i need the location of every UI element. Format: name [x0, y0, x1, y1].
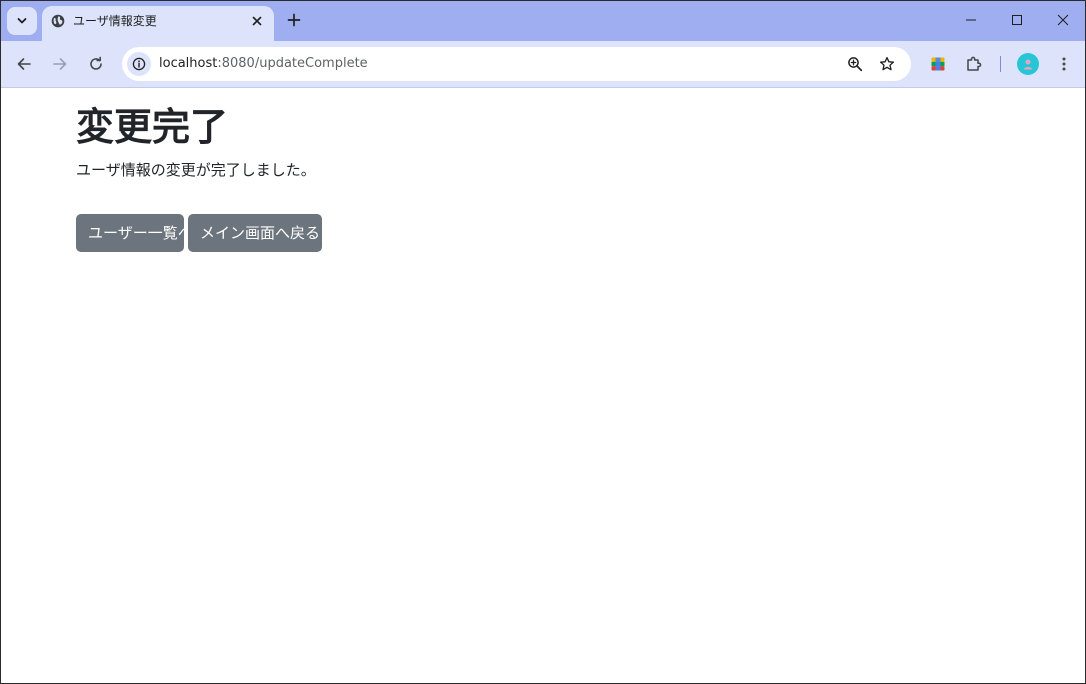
zoom-in-icon — [848, 57, 863, 72]
globe-icon — [51, 14, 65, 28]
url-path: :8080/updateComplete — [217, 56, 368, 71]
user-list-button[interactable]: ユーザー一覧へ — [76, 214, 193, 252]
chevron-down-icon — [17, 18, 27, 24]
app-extension-icon — [931, 57, 945, 71]
zoom-button[interactable] — [843, 52, 867, 76]
page-content: 変更完了 ユーザ情報の変更が完了しました。 ユーザー一覧へ メイン画面へ戻る — [1, 88, 1085, 683]
active-tab[interactable]: ユーザ情報変更 — [42, 6, 274, 41]
more-vert-icon — [1062, 57, 1066, 71]
site-info-button[interactable] — [127, 52, 151, 76]
browser-toolbar: localhost:8080/updateComplete — [1, 41, 1085, 88]
forward-button[interactable] — [45, 49, 75, 79]
address-url[interactable]: localhost:8080/updateComplete — [159, 55, 368, 73]
tab-title: ユーザ情報変更 — [73, 14, 157, 28]
minimize-icon — [966, 19, 976, 21]
plus-icon — [287, 13, 301, 27]
toolbar-separator — [1000, 56, 1001, 72]
new-tab-button[interactable] — [282, 8, 306, 32]
puzzle-icon — [967, 56, 982, 71]
bookmark-button[interactable] — [875, 52, 899, 76]
browser-menu-button[interactable] — [1049, 49, 1079, 79]
back-to-main-button[interactable]: メイン画面へ戻る — [188, 214, 322, 252]
reload-icon — [90, 56, 102, 70]
back-button[interactable] — [9, 49, 39, 79]
star-icon — [879, 56, 895, 71]
address-bar[interactable]: localhost:8080/updateComplete — [122, 47, 911, 81]
extension-app-button[interactable] — [923, 49, 953, 79]
close-icon — [252, 16, 262, 26]
completion-message: ユーザ情報の変更が完了しました。 — [76, 161, 316, 179]
minimize-button[interactable] — [949, 5, 993, 35]
arrow-right-icon — [53, 58, 67, 70]
info-icon — [132, 57, 146, 71]
browser-window: ユーザ情報変更 localhost:8080/updateComplete 変更… — [0, 0, 1086, 684]
tab-strip: ユーザ情報変更 — [1, 1, 1085, 41]
maximize-button[interactable] — [995, 5, 1039, 35]
page-title: 変更完了 — [76, 105, 229, 149]
profile-icon — [1023, 59, 1033, 70]
close-icon — [1057, 14, 1069, 26]
maximize-icon — [1012, 15, 1022, 25]
extensions-button[interactable] — [959, 49, 989, 79]
tab-close-button[interactable] — [248, 12, 266, 30]
url-host: localhost — [159, 56, 218, 71]
profile-avatar[interactable] — [1017, 53, 1039, 75]
reload-button[interactable] — [81, 49, 111, 79]
window-close-button[interactable] — [1041, 5, 1085, 35]
tab-search-button[interactable] — [7, 7, 37, 35]
arrow-left-icon — [17, 58, 31, 70]
